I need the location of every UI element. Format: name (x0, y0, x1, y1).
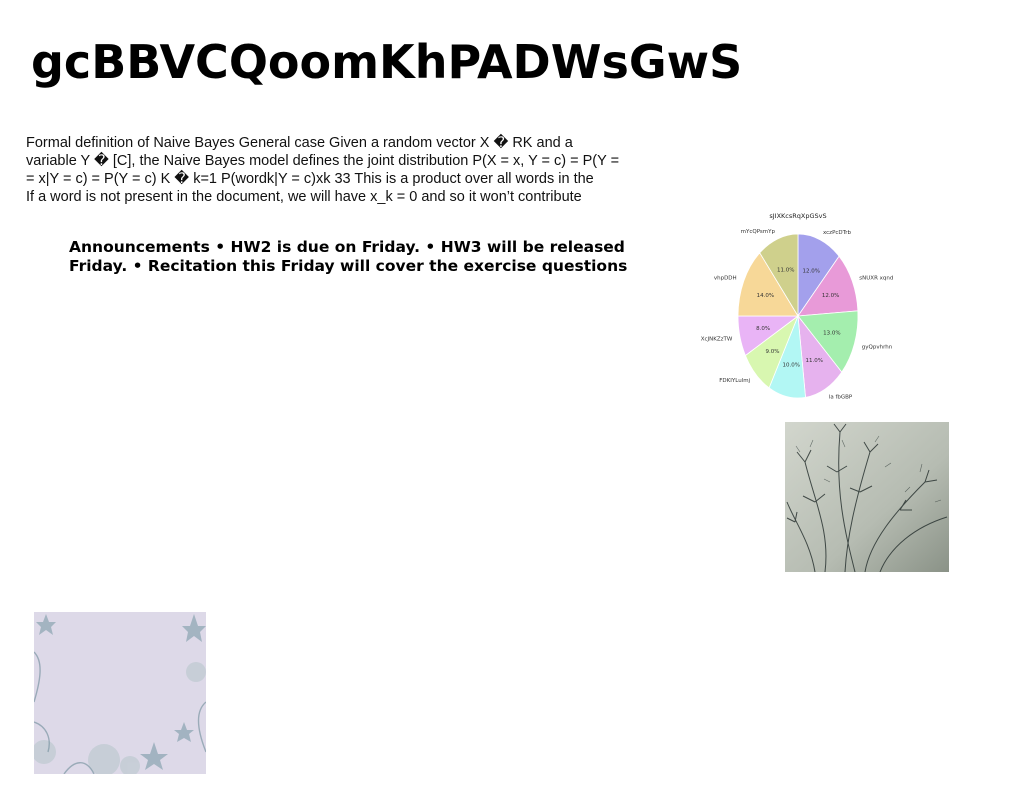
decor-frame-photo (34, 612, 206, 774)
pie-slice-label: mYcQPsmYp (741, 229, 776, 235)
pie-slice-label: gyQpvhrhn (862, 345, 893, 351)
pie-slice-percent: 10.0% (783, 362, 800, 368)
paragraph-line: variable Y � [C], the Naive Bayes model … (26, 153, 620, 169)
announcement-line: Friday. • Recitation this Friday will co… (69, 257, 628, 275)
pie-slice-label: sNUXR xqnd (859, 276, 893, 282)
announcement-line: Announcements • HW2 is due on Friday. • … (69, 238, 625, 256)
pie-slice-percent: 14.0% (757, 293, 774, 299)
pie-slice-label: FDKIYLulmj (719, 378, 750, 384)
pie-slice-percent: 11.0% (777, 268, 794, 274)
pie-slice-percent: 8.0% (756, 326, 770, 332)
announcements-text: Announcements • HW2 is due on Friday. • … (69, 238, 669, 276)
pie-slice-percent: 9.0% (766, 349, 780, 355)
pie-slice-label: XcJNKZzTW (701, 336, 733, 342)
plant-photo (785, 422, 949, 572)
pie-slice-percent: 11.0% (806, 358, 823, 364)
paragraph-line: = x|Y = c) = P(Y = c) K � k=1 P(wordk|Y … (26, 171, 594, 187)
decor-frame-art (34, 612, 206, 774)
pie-slice-label: la fbGBP (829, 394, 853, 400)
page-title: gcBBVCQoomKhPADWsGwS (31, 35, 743, 89)
pie-chart: sJIXKcsRqXpGSvS 12.0% xczPcDTrb 12.0% sNUXR… (700, 205, 900, 400)
pie-slices (737, 233, 859, 399)
pie-slice-percent: 13.0% (823, 331, 840, 337)
paragraph-line: Formal definition of Naive Bayes General… (26, 135, 573, 151)
pie-slice-percent: 12.0% (822, 293, 839, 299)
pie-slice-percent: 12.0% (803, 268, 820, 274)
pie-slice-label: vhpDDH (714, 276, 737, 282)
pie-title: sJIXKcsRqXpGSvS (769, 212, 826, 220)
pie-slice-label: xczPcDTrb (823, 230, 851, 236)
paragraph-line: If a word is not present in the document… (26, 189, 582, 205)
pie-chart-svg: sJIXKcsRqXpGSvS 12.0% xczPcDTrb 12.0% sNUXR… (701, 212, 894, 400)
plant-photo-art (785, 422, 949, 572)
body-paragraph: Formal definition of Naive Bayes General… (26, 134, 676, 206)
